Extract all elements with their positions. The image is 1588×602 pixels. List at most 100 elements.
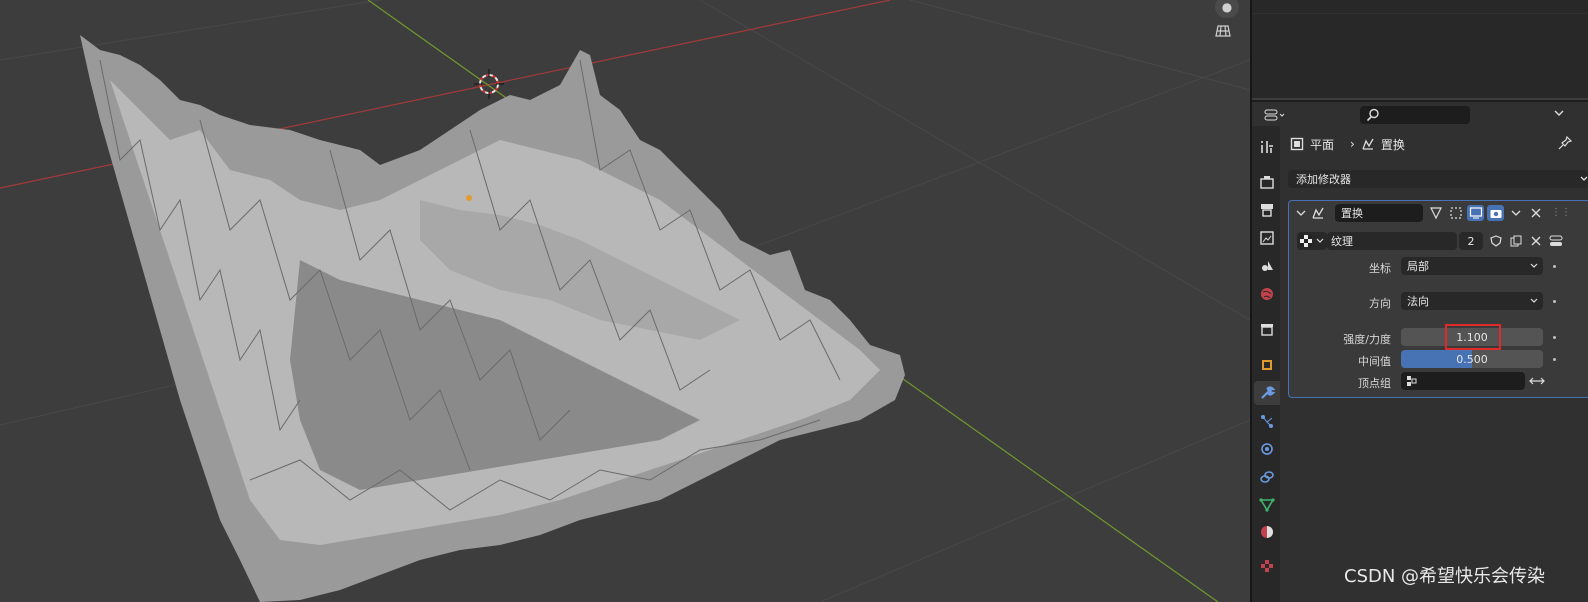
particles-icon: [1261, 415, 1273, 428]
shield-icon: [1490, 235, 1502, 247]
cage-icon: [1449, 207, 1462, 219]
texture-users-value: 2: [1467, 234, 1475, 248]
invert-arrows-icon: [1529, 377, 1545, 385]
vertex-group-label: 顶点组: [1358, 377, 1391, 390]
modifier-toggles: [1427, 205, 1544, 221]
texture-name: 纹理: [1331, 235, 1353, 248]
object-origin[interactable]: [466, 195, 472, 201]
cage-toggle[interactable]: [1447, 205, 1464, 221]
chevron-down-icon: [1316, 238, 1324, 243]
modifier-options-dropdown[interactable]: [1507, 205, 1524, 221]
tab-render[interactable]: [1254, 170, 1280, 194]
tab-scene[interactable]: [1254, 254, 1280, 278]
properties-search-input[interactable]: [1360, 106, 1470, 124]
tab-particles[interactable]: [1254, 409, 1280, 433]
unlink-texture-button[interactable]: [1527, 232, 1545, 250]
monitor-icon: [1469, 207, 1482, 219]
highlight-box: [1445, 324, 1501, 350]
coords-label: 坐标: [1369, 262, 1391, 275]
chevron-down-icon: [1530, 263, 1538, 268]
properties-tabs: [1252, 126, 1280, 602]
texture-users-count[interactable]: 2: [1459, 232, 1483, 250]
3d-cursor[interactable]: [474, 69, 504, 99]
midlevel-slider[interactable]: 0.500: [1401, 350, 1543, 368]
tab-constraints[interactable]: [1254, 465, 1280, 489]
render-icon: [1260, 176, 1274, 189]
duplicate-icon: [1510, 235, 1522, 247]
properties-header: [1252, 100, 1588, 128]
tab-modifier[interactable]: [1254, 381, 1280, 405]
watermark: CSDN @希望快乐会传染: [1344, 566, 1546, 587]
tab-tool[interactable]: [1254, 135, 1280, 159]
keyframe-dot[interactable]: [1553, 265, 1556, 268]
output-icon: [1261, 204, 1273, 217]
texture-icon: [1261, 560, 1273, 572]
grid-icon: [1215, 25, 1231, 37]
breadcrumb-separator-icon: ›: [1350, 137, 1355, 151]
direction-label: 方向: [1369, 297, 1391, 310]
displace-icon: [1312, 207, 1324, 219]
tab-material[interactable]: [1254, 520, 1280, 544]
drag-handle-icon[interactable]: ⋮⋮: [1551, 207, 1571, 218]
modifier-name: 置换: [1341, 207, 1363, 220]
properties-editor-icon: [1549, 235, 1563, 246]
view-layer-icon: [1260, 231, 1274, 245]
keyframe-dot[interactable]: [1553, 358, 1556, 361]
edit-mode-toggle[interactable]: [1427, 205, 1444, 221]
modifier-icon: [1261, 386, 1275, 399]
add-modifier-dropdown[interactable]: 添加修改器: [1288, 170, 1588, 188]
texture-name-input[interactable]: 纹理: [1327, 232, 1457, 250]
search-icon: [1366, 108, 1379, 122]
keyframe-dot[interactable]: [1553, 336, 1556, 339]
breadcrumb-object[interactable]: 平面: [1310, 136, 1334, 153]
texture-browse-button[interactable]: [1297, 232, 1327, 250]
breadcrumb: 平面 › 置换: [1290, 136, 1405, 152]
render-toggle[interactable]: [1487, 205, 1504, 221]
displaced-plane-mesh[interactable]: [80, 35, 905, 602]
midlevel-label: 中间值: [1358, 355, 1391, 368]
pin-button[interactable]: [1558, 135, 1573, 153]
viewport-scene: [0, 0, 1250, 602]
close-icon: [1531, 208, 1540, 218]
displace-icon: [1362, 138, 1374, 150]
edit-mode-icon: [1429, 207, 1442, 220]
outliner-area[interactable]: [1252, 0, 1588, 98]
vertex-group-icon: [1407, 376, 1417, 386]
texture-properties-button[interactable]: [1547, 232, 1565, 250]
displace-modifier-panel: 置换 ⋮⋮ 纹理 2 坐标 局部 方向 法向 强度/力度 1.100 中间值 0…: [1288, 200, 1588, 398]
texture-coords-dropdown[interactable]: 局部: [1401, 257, 1543, 275]
options-dropdown-button[interactable]: [1552, 106, 1570, 124]
tab-world[interactable]: [1254, 282, 1280, 306]
remove-modifier-button[interactable]: [1527, 205, 1544, 221]
keyframe-dot[interactable]: [1553, 300, 1556, 303]
material-icon: [1261, 526, 1273, 538]
tab-texture[interactable]: [1254, 554, 1280, 578]
tab-view-layer[interactable]: [1254, 226, 1280, 250]
invert-vertex-group-button[interactable]: [1527, 372, 1547, 390]
scene-icon: [1262, 261, 1273, 271]
collection-icon: [1261, 324, 1273, 336]
outliner-divider: [1252, 13, 1588, 14]
duplicate-texture-button[interactable]: [1507, 232, 1525, 250]
collapse-chevron-icon[interactable]: [1295, 207, 1307, 219]
properties-editor-icon: [1264, 109, 1285, 121]
close-icon: [1531, 236, 1541, 246]
data-icon: [1259, 498, 1275, 512]
fake-user-button[interactable]: [1487, 232, 1505, 250]
viewport-display-toggle[interactable]: [1467, 205, 1484, 221]
tool-icon: [1261, 141, 1273, 153]
tab-physics[interactable]: [1254, 437, 1280, 461]
modifier-name-input[interactable]: 置换: [1335, 204, 1423, 222]
tab-object[interactable]: [1254, 353, 1280, 377]
perspective-toggle-button[interactable]: [1215, 24, 1239, 46]
breadcrumb-modifier[interactable]: 置换: [1381, 136, 1405, 153]
direction-dropdown[interactable]: 法向: [1401, 292, 1543, 310]
pin-icon: [1558, 135, 1573, 150]
tab-data[interactable]: [1254, 492, 1280, 516]
vertex-group-input[interactable]: [1401, 372, 1525, 390]
tab-collection[interactable]: [1254, 317, 1280, 341]
editor-type-button[interactable]: [1264, 106, 1290, 124]
tab-output[interactable]: [1254, 198, 1280, 222]
camera-icon: [1490, 210, 1501, 218]
3d-viewport[interactable]: ●: [0, 0, 1250, 602]
